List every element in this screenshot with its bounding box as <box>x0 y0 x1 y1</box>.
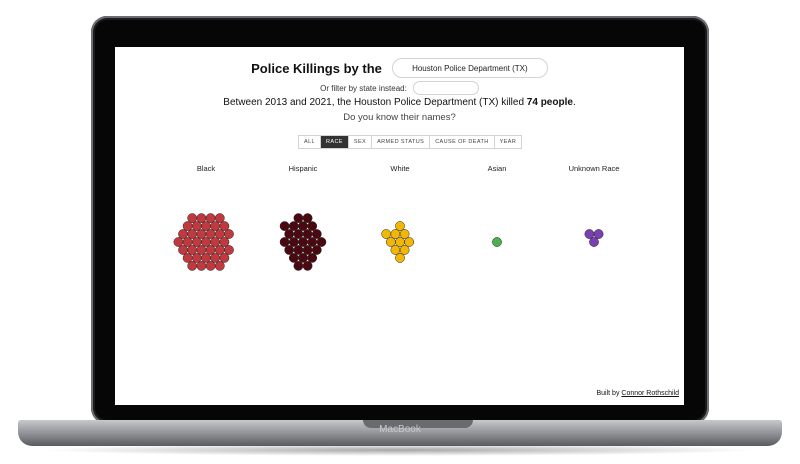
victim-circle-black[interactable] <box>205 245 216 255</box>
victim-circle-black[interactable] <box>182 221 193 231</box>
victim-circle-black[interactable] <box>219 221 230 231</box>
victim-circle-hispanic[interactable] <box>307 221 318 231</box>
victim-circle-hispanic[interactable] <box>279 221 290 231</box>
victim-circle-hispanic[interactable] <box>302 245 313 255</box>
victim-circle-black[interactable] <box>201 221 211 231</box>
victim-circle-black[interactable] <box>224 229 234 239</box>
victim-circle-hispanic[interactable] <box>298 221 308 231</box>
victim-circle-hispanic[interactable] <box>298 237 308 247</box>
victim-circle-black[interactable] <box>191 221 202 231</box>
laptop-brand-label: MacBook <box>379 424 421 435</box>
victim-circle-black[interactable] <box>178 229 188 239</box>
victim-circle-white[interactable] <box>395 221 405 231</box>
victim-circle-unknown-race[interactable] <box>584 229 595 239</box>
victim-circle-white[interactable] <box>390 245 401 255</box>
victim-circle-black[interactable] <box>214 245 225 255</box>
victim-circle-black[interactable] <box>201 253 211 263</box>
victim-circle-black[interactable] <box>191 237 202 247</box>
credit-prefix: Built by <box>596 390 622 397</box>
victim-circle-white[interactable] <box>395 237 405 247</box>
victim-circle-hispanic[interactable] <box>288 221 299 231</box>
victim-circle-black[interactable] <box>219 237 230 247</box>
victim-circle-black[interactable] <box>178 245 188 255</box>
victim-circle-hispanic[interactable] <box>298 253 308 263</box>
victim-circle-black[interactable] <box>205 261 216 271</box>
victim-circle-hispanic[interactable] <box>307 237 318 247</box>
victim-circle-hispanic[interactable] <box>279 237 290 247</box>
credit-line: Built by Connor Rothschild <box>597 390 680 397</box>
victim-circle-black[interactable] <box>205 229 216 239</box>
victim-circle-black[interactable] <box>196 229 207 239</box>
victim-circle-hispanic[interactable] <box>284 245 295 255</box>
victim-circle-hispanic[interactable] <box>302 229 313 239</box>
victim-circle-black[interactable] <box>187 213 198 223</box>
victim-circle-white[interactable] <box>385 237 396 247</box>
victim-circle-black[interactable] <box>214 213 225 223</box>
victim-circle-hispanic[interactable] <box>307 253 318 263</box>
victim-circle-black[interactable] <box>196 261 207 271</box>
victim-circle-white[interactable] <box>381 229 392 239</box>
victim-circle-hispanic[interactable] <box>293 213 304 223</box>
victim-circle-hispanic[interactable] <box>288 237 299 247</box>
victim-circle-unknown-race[interactable] <box>589 237 599 247</box>
victim-circle-black[interactable] <box>187 229 198 239</box>
victim-circle-hispanic[interactable] <box>288 253 299 263</box>
victim-circle-hispanic[interactable] <box>293 245 304 255</box>
victim-circle-black[interactable] <box>187 245 198 255</box>
victim-circle-black[interactable] <box>210 253 221 263</box>
victim-circle-hispanic[interactable] <box>284 229 295 239</box>
author-link[interactable]: Connor Rothschild <box>621 390 679 397</box>
victim-circle-white[interactable] <box>399 229 410 239</box>
victim-circle-black[interactable] <box>201 237 211 247</box>
victim-circle-white[interactable] <box>390 229 401 239</box>
victim-circle-black[interactable] <box>214 229 225 239</box>
victim-bubble-clusters <box>173 213 604 271</box>
victim-circle-black[interactable] <box>210 237 221 247</box>
victim-circle-asian[interactable] <box>492 237 502 247</box>
victim-circle-black[interactable] <box>182 253 193 263</box>
victim-circle-hispanic[interactable] <box>302 213 313 223</box>
victim-circle-white[interactable] <box>399 245 410 255</box>
victim-circle-black[interactable] <box>191 253 202 263</box>
victim-circle-hispanic[interactable] <box>311 229 322 239</box>
victim-circle-black[interactable] <box>210 221 221 231</box>
victim-circle-white[interactable] <box>395 253 405 263</box>
victim-circle-hispanic[interactable] <box>311 245 322 255</box>
victim-circle-black[interactable] <box>219 253 230 263</box>
victim-circle-black[interactable] <box>187 261 198 271</box>
victim-circle-black[interactable] <box>173 237 184 247</box>
victim-circle-black[interactable] <box>196 213 207 223</box>
victim-circle-black[interactable] <box>224 245 234 255</box>
victim-circle-black[interactable] <box>205 213 216 223</box>
victim-circle-white[interactable] <box>404 237 415 247</box>
victim-circle-hispanic[interactable] <box>316 237 327 247</box>
victim-circle-unknown-race[interactable] <box>593 229 604 239</box>
victim-circle-hispanic[interactable] <box>302 261 313 271</box>
victim-circle-hispanic[interactable] <box>293 229 304 239</box>
victim-circle-hispanic[interactable] <box>293 261 304 271</box>
victim-circle-black[interactable] <box>196 245 207 255</box>
victim-circle-black[interactable] <box>182 237 193 247</box>
victim-circle-black[interactable] <box>214 261 225 271</box>
app-screen: Police Killings by the Houston Police De… <box>115 47 684 405</box>
